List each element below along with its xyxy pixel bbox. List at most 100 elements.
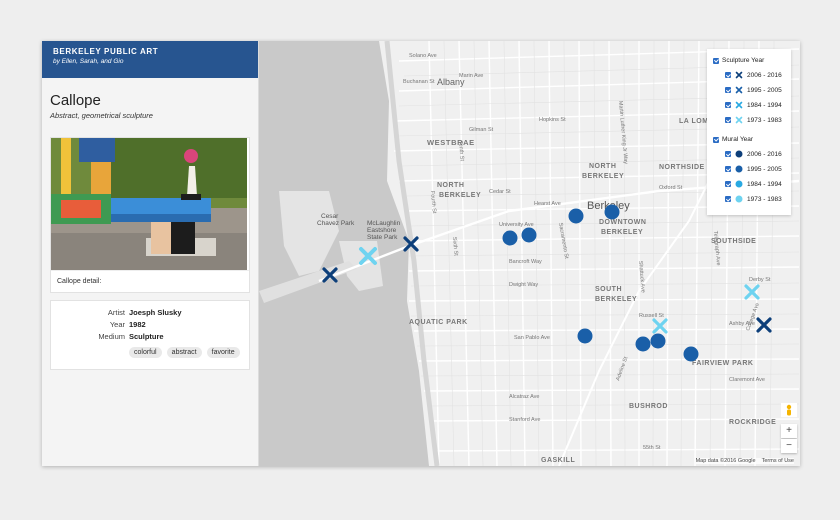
street-buchanan: Buchanan St (403, 79, 435, 85)
app-window: BERKELEY PUBLIC ART by Ellen, Sarah, and… (42, 41, 800, 466)
dot-marker-icon (735, 150, 743, 158)
street-alcatraz: Alcatraz Ave (509, 394, 539, 400)
label-north-berkeley-2: NORTH (589, 163, 616, 170)
label-mclaughlin-b: Eastshore (367, 227, 397, 234)
checkbox-icon[interactable] (725, 196, 731, 202)
x-marker-icon (735, 101, 743, 109)
map-legend: Sculpture Year 2006 - 2016 1995 - 2005 1… (707, 49, 791, 215)
dot-marker-icon (735, 180, 743, 188)
label-cesar-chavez-b: Chavez Park (317, 220, 355, 227)
checkbox-icon[interactable] (725, 151, 731, 157)
mural-marker[interactable] (521, 227, 537, 243)
street-bancroft: Bancroft Way (509, 259, 542, 265)
map-attribution: Map data ©2016 Google Terms of Use (695, 458, 794, 464)
street-derby: Derby St (749, 277, 771, 283)
legend-label: 2006 - 2016 (747, 150, 782, 158)
map-view[interactable]: Albany WESTBRAE NORTH BERKELEY NORTH BER… (259, 41, 800, 466)
street-university: University Ave (499, 222, 534, 228)
legend-mural-item[interactable]: 1984 - 1994 (725, 180, 782, 188)
checkbox-icon[interactable] (725, 166, 731, 172)
x-marker-icon (735, 116, 743, 124)
artwork-subtitle: Abstract, geometrical sculpture (50, 111, 153, 120)
label-north-berkeley-1b: BERKELEY (439, 192, 481, 199)
zoom-out-button[interactable]: − (781, 439, 797, 453)
terms-link[interactable]: Terms of Use (762, 458, 794, 464)
street-cedar: Cedar St (489, 189, 511, 195)
artist-key: Artist (107, 308, 125, 317)
brand-title: BERKELEY PUBLIC ART (53, 47, 159, 56)
street-gilman: Gilman St (469, 127, 494, 133)
label-north-berkeley-2b: BERKELEY (582, 173, 624, 180)
label-bushrod: BUSHROD (629, 403, 668, 410)
legend-mural-title: Mural Year (722, 136, 754, 143)
legend-label: 2006 - 2016 (747, 71, 782, 79)
street-tenth: Tenth St (457, 141, 465, 162)
legend-label: 1984 - 1994 (747, 180, 782, 188)
tag-abstract[interactable]: abstract (166, 347, 202, 358)
artwork-photo[interactable] (51, 138, 247, 270)
legend-label: 1984 - 1994 (747, 101, 782, 109)
street-sacramento: Sacramento St (557, 222, 569, 259)
mural-marker[interactable] (577, 328, 593, 344)
legend-sculpture-item[interactable]: 1984 - 1994 (725, 101, 782, 109)
checkbox-icon[interactable] (725, 117, 731, 123)
mural-marker[interactable] (635, 336, 651, 352)
street-dwight: Dwight Way (509, 282, 538, 288)
legend-mural-item[interactable]: 1973 - 1983 (725, 195, 782, 203)
legend-mural-item[interactable]: 1995 - 2005 (725, 165, 782, 173)
sidebar: BERKELEY PUBLIC ART by Ellen, Sarah, and… (42, 41, 259, 466)
artwork-info-card: Artist Joesph Slusky Year 1982 Medium Sc… (50, 300, 250, 370)
legend-label: 1973 - 1983 (747, 195, 782, 203)
mural-marker[interactable] (502, 230, 518, 246)
label-south-berkeley-b: BERKELEY (595, 296, 637, 303)
street-russell: Russell St (639, 313, 664, 319)
medium-value: Sculpture (129, 332, 164, 341)
label-gaskill: GASKILL (541, 457, 575, 464)
label-cesar-chavez: Cesar (321, 213, 339, 220)
street-stanford: Stanford Ave (509, 417, 540, 423)
street-claremont: Claremont Ave (729, 377, 765, 383)
label-downtown: DOWNTOWN (599, 219, 646, 226)
street-marin: Marin Ave (459, 73, 483, 79)
checkbox-icon[interactable] (713, 136, 719, 143)
legend-label: 1995 - 2005 (747, 86, 782, 94)
mural-marker[interactable] (568, 208, 584, 224)
street-san-pablo: San Pablo Ave (514, 335, 550, 341)
artwork-photo-card: Callope detail: (50, 137, 250, 293)
tag-favorite[interactable]: favorite (206, 347, 240, 358)
label-mclaughlin: McLaughlin (367, 220, 401, 227)
checkbox-icon[interactable] (713, 57, 719, 64)
legend-sculpture-header[interactable]: Sculpture Year (713, 57, 764, 64)
legend-sculpture-item[interactable]: 2006 - 2016 (725, 71, 782, 79)
street-hopkins: Hopkins St (539, 117, 566, 123)
label-downtown-b: BERKELEY (601, 229, 643, 236)
mural-marker[interactable] (650, 333, 666, 349)
checkbox-icon[interactable] (725, 72, 731, 78)
label-fairview-park: FAIRVIEW PARK (692, 360, 753, 367)
year-key: Year (109, 320, 125, 329)
mural-marker[interactable] (604, 204, 620, 220)
attribution-text: Map data ©2016 Google (695, 458, 756, 464)
checkbox-icon[interactable] (725, 181, 731, 187)
medium-key: Medium (98, 332, 125, 341)
checkbox-icon[interactable] (725, 102, 731, 108)
label-south-berkeley: SOUTH (595, 286, 622, 293)
street-telegraph: Telegraph Ave (712, 231, 721, 266)
tag-list: colorful abstract favorite (129, 347, 243, 358)
mural-marker[interactable] (683, 346, 699, 362)
legend-mural-item[interactable]: 2006 - 2016 (725, 150, 782, 158)
legend-sculpture-item[interactable]: 1995 - 2005 (725, 86, 782, 94)
label-northside: NORTHSIDE (659, 164, 705, 171)
street-college: College Ave (745, 302, 761, 332)
street-mlk: Martin Luther King Jr Way (617, 101, 629, 165)
legend-mural-header[interactable]: Mural Year (713, 136, 753, 143)
zoom-in-button[interactable]: + (781, 424, 797, 438)
tag-colorful[interactable]: colorful (129, 347, 162, 358)
brand-header: BERKELEY PUBLIC ART by Ellen, Sarah, and… (42, 41, 258, 78)
checkbox-icon[interactable] (725, 87, 731, 93)
legend-sculpture-item[interactable]: 1973 - 1983 (725, 116, 782, 124)
street-view-pegman-icon[interactable] (781, 403, 797, 417)
label-mclaughlin-c: State Park (367, 234, 398, 241)
year-value: 1982 (129, 320, 146, 329)
street-hearst: Hearst Ave (534, 201, 561, 207)
